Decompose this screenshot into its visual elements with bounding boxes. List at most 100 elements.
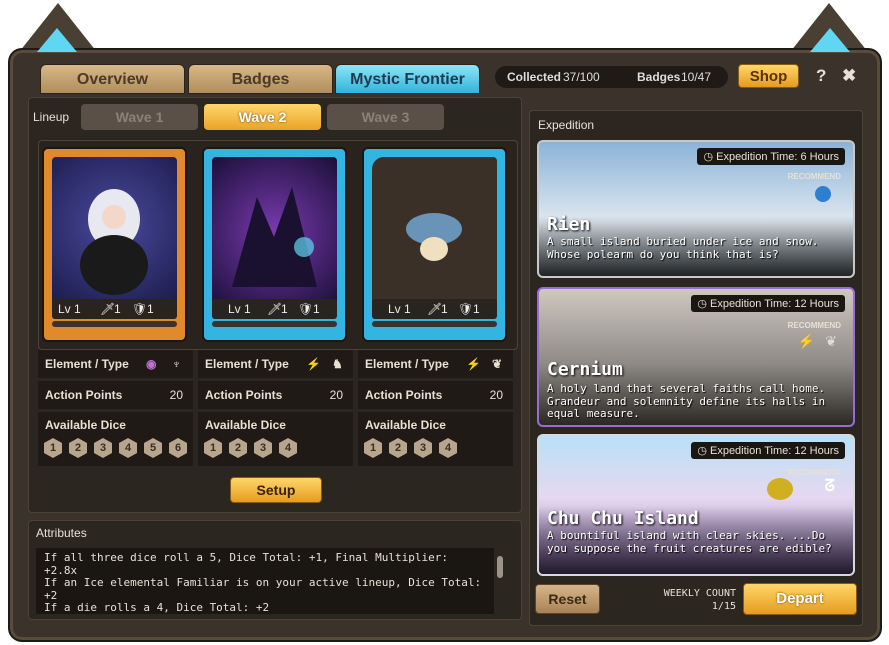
attributes-scrollbar[interactable] [497,556,503,578]
action-points-label: Action Points [45,388,123,402]
collection-stats: Collected 37/100 Badges 10/47 [495,66,728,88]
expedition-desc: A small island buried under ice and snow… [547,235,819,261]
attribute-line: If all three dice roll a 5, Dice Total: … [44,551,455,577]
expedition-desc: A bountiful island with clear skies. ...… [547,529,832,555]
attack-value: 1 [441,302,448,316]
familiar-stats: Lv 1 🗡 1 🛡 1 [52,299,177,319]
available-dice-box: Available Dice 1 2 3 4 [198,412,353,466]
expedition-name: Cernium [547,359,623,380]
level-text: Lv 1 [388,302,411,316]
fruit-creature-icon [767,478,793,500]
familiar-stats: Lv 1 🗡 1 🛡 1 [372,299,497,319]
help-icon[interactable]: ? [816,66,826,86]
familiar-art [372,157,497,307]
action-points-value: 20 [329,388,343,402]
mushroom-icon [406,213,462,261]
expedition-item-chu-chu-island[interactable]: ◷ Expedition Time: 12 Hours RECOMMEND ᘔ … [537,434,855,576]
element-type-label: Element / Type [45,357,129,371]
familiar-art [52,157,177,307]
plant-type-icon: ❦ [492,357,503,371]
defense-value: 1 [473,302,480,316]
left-triangle-icon [37,28,77,52]
wave-3-button[interactable]: Wave 3 [327,104,444,130]
available-dice-box: Available Dice 1 2 3 4 [358,412,513,466]
die-icon: 4 [119,438,137,458]
right-triangle-icon [810,28,850,52]
action-points-row: Action Points 20 [358,381,513,409]
element-type-row: Element / Type ◉ ♆ [38,350,193,378]
familiar-card[interactable]: Lv 1 🗡 1 🛡 1 [362,147,507,342]
action-points-value: 20 [169,388,183,402]
depart-button[interactable]: Depart [743,583,857,615]
action-points-value: 20 [489,388,503,402]
attack-value: 1 [281,302,288,316]
dark-sorceress-icon [80,189,148,295]
die-icon: 3 [254,438,272,458]
attributes-label: Attributes [36,526,87,540]
available-dice-label: Available Dice [365,418,446,432]
recommend-label: RECOMMEND [787,321,841,330]
die-icon: 6 [169,438,187,458]
die-icon: 3 [94,438,112,458]
element-type-row: Element / Type ⚡ ♞ [198,350,353,378]
lineup-label: Lineup [33,110,70,124]
tab-overview[interactable]: Overview [40,64,185,94]
expedition-time-badge: ◷ Expedition Time: 6 Hours [697,148,845,165]
close-icon[interactable]: ✖ [842,66,856,86]
action-points-label: Action Points [365,388,443,402]
tab-badges[interactable]: Badges [188,64,333,94]
die-icon: 5 [144,438,162,458]
attack-icon: 🗡 [100,302,116,316]
reset-button[interactable]: Reset [535,584,600,614]
defense-value: 1 [313,302,320,316]
expedition-time: Expedition Time: 6 Hours [716,151,839,163]
tab-mystic-frontier[interactable]: Mystic Frontier [335,64,480,94]
available-dice-box: Available Dice 1 2 3 4 5 6 [38,412,193,466]
humanoid-type-icon: ♆ [172,357,181,371]
attributes-text: If all three dice roll a 5, Dice Total: … [36,548,494,614]
expedition-name: Chu Chu Island [547,508,699,529]
wave-1-button[interactable]: Wave 1 [81,104,198,130]
recommend-label: RECOMMEND [787,468,841,477]
element-type-row: Element / Type ⚡ ❦ [358,350,513,378]
familiar-card[interactable]: Lv 1 🗡 1 🛡 1 [42,147,187,342]
shop-button[interactable]: Shop [738,64,799,88]
exp-bar [372,321,497,327]
weekly-count-label: WEEKLY COUNT [663,588,736,599]
action-points-label: Action Points [205,388,283,402]
expedition-item-rien[interactable]: ◷ Expedition Time: 6 Hours RECOMMEND Rie… [537,140,855,278]
defense-icon: 🛡 [298,302,314,316]
ice-element-icon [815,186,831,202]
die-icon: 1 [364,438,382,458]
available-dice-label: Available Dice [205,418,286,432]
shadow-beast-icon [232,187,317,287]
defense-icon: 🛡 [458,302,474,316]
badges-value: 10/47 [681,70,712,84]
action-points-row: Action Points 20 [38,381,193,409]
lightning-element-icon: ⚡ [306,357,321,371]
collected-label: Collected [507,70,562,84]
expedition-item-cernium[interactable]: ◷ Expedition Time: 12 Hours RECOMMEND ⚡ … [537,287,855,427]
action-points-row: Action Points 20 [198,381,353,409]
die-icon: 2 [389,438,407,458]
exp-bar [52,321,177,327]
attribute-line: If an Ice elemental Familiar is on your … [44,576,488,602]
attack-value: 1 [114,302,121,316]
die-icon: 1 [204,438,222,458]
wave-2-button[interactable]: Wave 2 [204,104,321,130]
collected-value: 37/100 [563,70,600,84]
beast-type-icon: ♞ [332,357,343,371]
die-icon: 2 [229,438,247,458]
weekly-count: WEEKLY COUNT 1/15 [640,587,736,613]
clock-icon: ◷ [697,445,710,457]
level-text: Lv 1 [58,302,81,316]
expedition-time-badge: ◷ Expedition Time: 12 Hours [691,295,845,312]
die-icon: 1 [44,438,62,458]
attack-icon: 🗡 [267,302,283,316]
setup-button[interactable]: Setup [230,477,322,503]
clock-icon: ◷ [697,298,710,310]
die-icon: 4 [279,438,297,458]
familiar-card[interactable]: Lv 1 🗡 1 🛡 1 [202,147,347,342]
plant-type-icon: ❦ [825,333,837,349]
weekly-count-value: 1/15 [711,601,736,612]
